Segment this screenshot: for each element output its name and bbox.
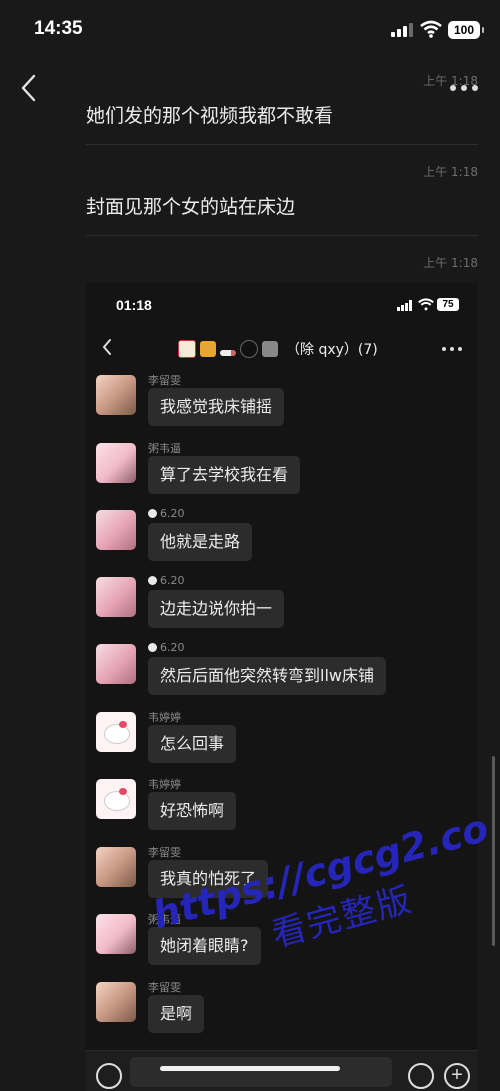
plus-icon: + — [444, 1063, 470, 1089]
message-timestamp: 上午 1:18 — [423, 256, 478, 270]
sender-name: 韦婷婷 — [148, 711, 181, 724]
message-bubble: 我感觉我床铺摇 — [148, 388, 285, 426]
sender-name: 李留雯 — [148, 374, 181, 387]
sender-name: 韦婷婷 — [148, 778, 181, 791]
cigarette-icon — [220, 350, 236, 356]
message-bubble: 边走边说你拍一 — [148, 590, 285, 628]
screenshot-status-time: 01:18 — [116, 297, 152, 313]
message-bubble: 算了去学校我在看 — [148, 456, 301, 494]
list-item[interactable]: 上午 1:18 — [86, 252, 478, 276]
message-bubble: 怎么回事 — [148, 725, 237, 763]
message-bubble: 好恐怖啊 — [148, 792, 237, 830]
beer-icon — [200, 341, 216, 357]
wifi-icon — [418, 298, 434, 311]
message-timestamp: 上午 1:18 — [423, 74, 478, 88]
status-bar: 14:35 100 — [0, 0, 500, 60]
avatar — [96, 443, 136, 483]
battery-icon: 75 — [437, 298, 459, 311]
back-icon — [102, 339, 111, 355]
avatar — [96, 779, 136, 819]
group-title-text: （除 qxy）(7) — [286, 342, 378, 358]
chat-message: 6.20 他就是走路 — [96, 507, 466, 567]
battery-icon: 100 — [448, 21, 484, 39]
8-ball-icon — [240, 340, 258, 358]
sender-name: 6.20 — [148, 574, 185, 587]
divider — [86, 144, 478, 145]
more-icon — [442, 347, 462, 351]
avatar — [96, 375, 136, 415]
list-item[interactable]: 上午 1:18 封面见那个女的站在床边 — [86, 161, 478, 237]
chat-message: 6.20 然后后面他突然转弯到llw床铺 — [96, 641, 466, 701]
message-bubble: 然后后面他突然转弯到llw床铺 — [148, 657, 386, 695]
avatar — [96, 644, 136, 684]
ball-icon — [148, 509, 157, 518]
message-text: 封面见那个女的站在床边 — [86, 196, 296, 218]
group-chat-title: （除 qxy）(7) — [178, 338, 378, 360]
message-text: 她们发的那个视频我都不敢看 — [86, 105, 334, 127]
sender-name-text: 6.20 — [160, 641, 185, 654]
chat-message: 李留雯 我感觉我床铺摇 — [96, 372, 466, 432]
chat-message: 粥韦逼 算了去学校我在看 — [96, 440, 466, 500]
list-item[interactable]: 上午 1:18 她们发的那个视频我都不敢看 — [86, 70, 478, 146]
ball-icon — [148, 643, 157, 652]
ball-icon — [148, 576, 157, 585]
sender-name-text: 6.20 — [160, 507, 185, 520]
status-time: 14:35 — [34, 18, 83, 39]
sender-name: 6.20 — [148, 507, 185, 520]
emoji-icon — [408, 1063, 434, 1089]
avatar — [96, 577, 136, 617]
wifi-icon — [420, 20, 442, 38]
signal-icon — [397, 300, 413, 311]
avatar — [96, 982, 136, 1022]
home-indicator[interactable] — [160, 1066, 340, 1071]
avatar — [96, 712, 136, 752]
sender-name: 6.20 — [148, 641, 185, 654]
avatar — [96, 914, 136, 954]
voice-icon — [96, 1063, 122, 1089]
scroll-indicator[interactable] — [492, 756, 495, 946]
back-button[interactable] — [16, 72, 44, 104]
message-bubble: 他就是走路 — [148, 523, 253, 561]
message-timestamp: 上午 1:18 — [423, 165, 478, 179]
avatar — [96, 847, 136, 887]
sender-name-text: 6.20 — [160, 574, 185, 587]
avatar — [96, 510, 136, 550]
chat-message: 6.20 边走边说你拍一 — [96, 574, 466, 634]
signal-icon — [391, 23, 413, 37]
camera-icon — [262, 341, 278, 357]
sender-name: 李留雯 — [148, 846, 181, 859]
sender-name: 粥韦逼 — [148, 442, 181, 455]
divider — [86, 235, 478, 236]
mahjong-icon — [178, 340, 196, 358]
chat-message: 韦婷婷 怎么回事 — [96, 709, 466, 769]
